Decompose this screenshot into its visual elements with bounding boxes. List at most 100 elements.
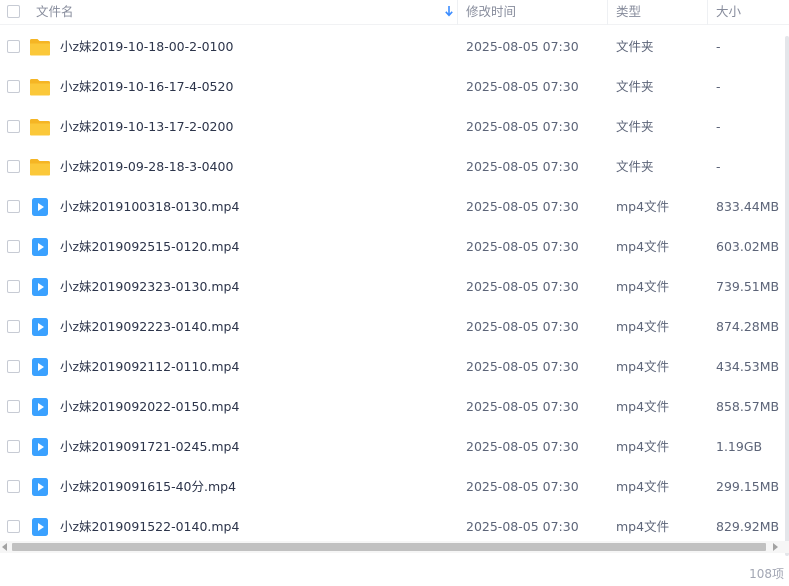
file-type: mp4文件 (616, 279, 670, 294)
file-name[interactable]: 小z妹2019100318-0130.mp4 (60, 186, 239, 228)
video-file-icon (29, 437, 51, 457)
file-name[interactable]: 小z妹2019092223-0140.mp4 (60, 306, 239, 348)
file-type: 文件夹 (616, 119, 654, 134)
row-checkbox[interactable] (7, 480, 20, 493)
file-row[interactable]: 小z妹2019091615-40分.mp4 2025-08-05 07:30 mp4… (0, 466, 785, 506)
column-header-size[interactable]: 大小 (716, 0, 741, 25)
row-checkbox[interactable] (7, 320, 20, 333)
file-size: - (716, 39, 721, 54)
column-header-name[interactable]: 文件名 (36, 0, 74, 25)
file-name[interactable]: 小z妹2019-09-28-18-3-0400 (60, 146, 233, 188)
select-all-checkbox[interactable] (7, 5, 20, 18)
row-checkbox[interactable] (7, 400, 20, 413)
file-row[interactable]: 小z妹2019092112-0110.mp4 2025-08-05 07:30 mp… (0, 346, 785, 386)
row-checkbox[interactable] (7, 440, 20, 453)
file-type: 文件夹 (616, 39, 654, 54)
file-type: mp4文件 (616, 399, 670, 414)
file-name[interactable]: 小z妹2019-10-18-00-2-0100 (60, 26, 233, 68)
row-checkbox[interactable] (7, 240, 20, 253)
horizontal-scrollbar[interactable] (0, 541, 789, 553)
file-size: 833.44MB (716, 199, 780, 214)
file-type: mp4文件 (616, 479, 670, 494)
video-file-icon (29, 517, 51, 537)
folder-icon (29, 157, 51, 177)
video-file-icon (29, 237, 51, 257)
modified-time: 2025-08-05 07:30 (466, 399, 579, 414)
horizontal-scrollbar-thumb[interactable] (12, 543, 766, 551)
video-file-icon (29, 357, 51, 377)
file-list: 小z妹2019-10-18-00-2-0100 2025-08-05 07:30 文… (0, 26, 785, 540)
row-checkbox[interactable] (7, 280, 20, 293)
file-name[interactable]: 小z妹2019092323-0130.mp4 (60, 266, 239, 308)
file-name[interactable]: 小z妹2019091721-0245.mp4 (60, 426, 239, 468)
file-name[interactable]: 小z妹2019-10-16-17-4-0520 (60, 66, 233, 108)
modified-time: 2025-08-05 07:30 (466, 159, 579, 174)
video-file-icon (29, 477, 51, 497)
file-name[interactable]: 小z妹2019091522-0140.mp4 (60, 506, 239, 540)
column-header-type[interactable]: 类型 (616, 0, 641, 25)
item-count: 108项 (749, 567, 784, 581)
file-size: 299.15MB (716, 479, 780, 494)
file-type: mp4文件 (616, 239, 670, 254)
row-checkbox[interactable] (7, 120, 20, 133)
vertical-scrollbar[interactable] (785, 26, 789, 556)
row-checkbox[interactable] (7, 40, 20, 53)
video-file-icon (29, 317, 51, 337)
modified-time: 2025-08-05 07:30 (466, 119, 579, 134)
file-size: 858.57MB (716, 399, 780, 414)
column-divider[interactable] (707, 0, 708, 25)
file-row[interactable]: 小z妹2019092323-0130.mp4 2025-08-05 07:30 mp… (0, 266, 785, 306)
modified-time: 2025-08-05 07:30 (466, 279, 579, 294)
file-type: mp4文件 (616, 199, 670, 214)
row-checkbox[interactable] (7, 160, 20, 173)
file-row[interactable]: 小z妹2019092515-0120.mp4 2025-08-05 07:30 mp… (0, 226, 785, 266)
file-type: mp4文件 (616, 519, 670, 534)
video-file-icon (29, 197, 51, 217)
file-row[interactable]: 小z妹2019-10-18-00-2-0100 2025-08-05 07:30 文… (0, 26, 785, 66)
file-name[interactable]: 小z妹2019092515-0120.mp4 (60, 226, 239, 268)
file-size: - (716, 119, 721, 134)
modified-time: 2025-08-05 07:30 (466, 479, 579, 494)
row-checkbox[interactable] (7, 360, 20, 373)
file-row[interactable]: 小z妹2019-09-28-18-3-0400 2025-08-05 07:30 文… (0, 146, 785, 186)
vertical-scrollbar-thumb[interactable] (785, 36, 789, 556)
file-row[interactable]: 小z妹2019-10-16-17-4-0520 2025-08-05 07:30 文… (0, 66, 785, 106)
file-size: 603.02MB (716, 239, 780, 254)
file-row[interactable]: 小z妹2019092022-0150.mp4 2025-08-05 07:30 mp… (0, 386, 785, 426)
file-size: 829.92MB (716, 519, 780, 534)
modified-time: 2025-08-05 07:30 (466, 39, 579, 54)
modified-time: 2025-08-05 07:30 (466, 199, 579, 214)
file-size: - (716, 79, 721, 94)
file-row[interactable]: 小z妹2019091522-0140.mp4 2025-08-05 07:30 mp… (0, 506, 785, 540)
file-row[interactable]: 小z妹2019100318-0130.mp4 2025-08-05 07:30 mp… (0, 186, 785, 226)
column-header-modified[interactable]: 修改时间 (466, 0, 516, 25)
sort-descending-icon[interactable] (444, 4, 454, 18)
row-checkbox[interactable] (7, 80, 20, 93)
file-size: 739.51MB (716, 279, 780, 294)
file-list-header: 文件名 修改时间 类型 大小 (0, 0, 789, 25)
row-checkbox[interactable] (7, 520, 20, 533)
file-name[interactable]: 小z妹2019092022-0150.mp4 (60, 386, 239, 428)
file-name[interactable]: 小z妹2019091615-40分.mp4 (60, 466, 236, 508)
row-checkbox[interactable] (7, 200, 20, 213)
file-row[interactable]: 小z妹2019091721-0245.mp4 2025-08-05 07:30 mp… (0, 426, 785, 466)
file-type: 文件夹 (616, 159, 654, 174)
scroll-left-arrow-icon[interactable] (2, 543, 7, 551)
column-divider[interactable] (607, 0, 608, 25)
file-type: 文件夹 (616, 79, 654, 94)
modified-time: 2025-08-05 07:30 (466, 319, 579, 334)
folder-icon (29, 77, 51, 97)
file-name[interactable]: 小z妹2019-10-13-17-2-0200 (60, 106, 233, 148)
file-name[interactable]: 小z妹2019092112-0110.mp4 (60, 346, 239, 388)
modified-time: 2025-08-05 07:30 (466, 359, 579, 374)
file-size: 874.28MB (716, 319, 780, 334)
file-type: mp4文件 (616, 439, 670, 454)
modified-time: 2025-08-05 07:30 (466, 79, 579, 94)
file-row[interactable]: 小z妹2019-10-13-17-2-0200 2025-08-05 07:30 文… (0, 106, 785, 146)
file-size: 434.53MB (716, 359, 780, 374)
column-divider[interactable] (457, 0, 458, 25)
modified-time: 2025-08-05 07:30 (466, 439, 579, 454)
scroll-right-arrow-icon[interactable] (773, 543, 778, 551)
file-row[interactable]: 小z妹2019092223-0140.mp4 2025-08-05 07:30 mp… (0, 306, 785, 346)
video-file-icon (29, 397, 51, 417)
